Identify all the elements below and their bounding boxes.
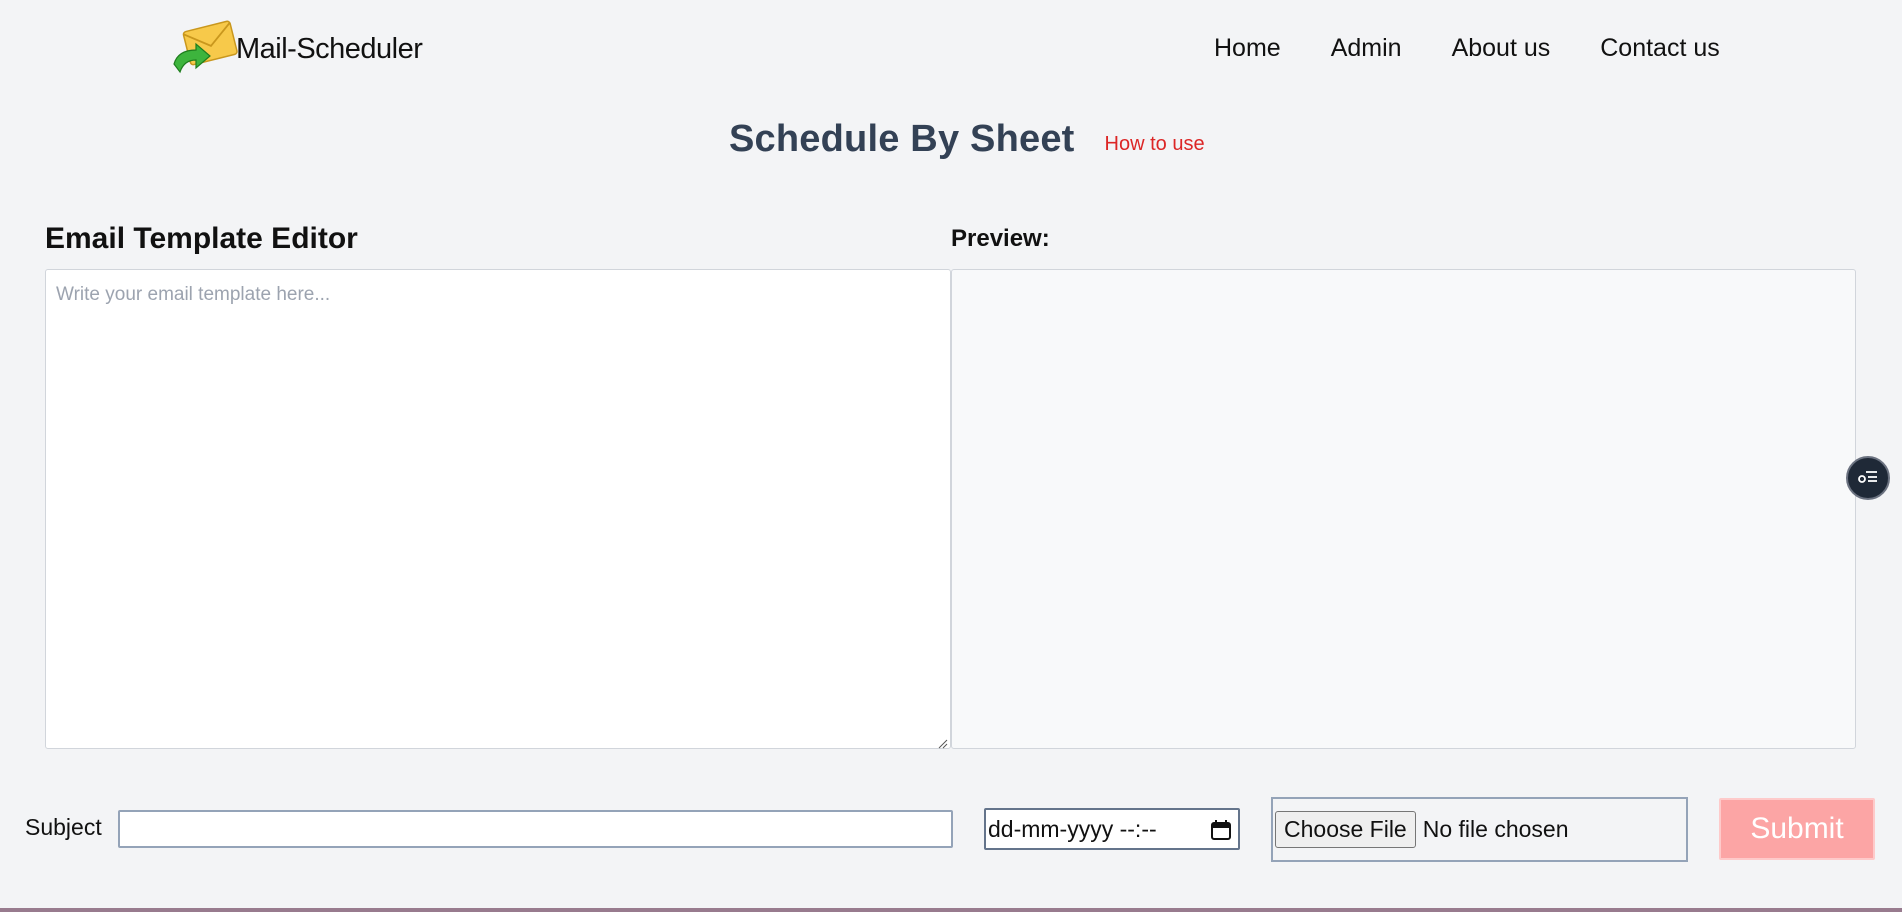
floating-menu-button[interactable] — [1846, 456, 1890, 500]
file-upload: Choose File No file chosen — [1271, 797, 1688, 862]
subject-input[interactable] — [118, 810, 953, 848]
choose-file-button[interactable]: Choose File — [1275, 811, 1416, 848]
datetime-input[interactable]: dd-mm-yyyy --:-- — [984, 808, 1240, 850]
envelope-logo-icon — [168, 20, 238, 78]
email-template-editor[interactable] — [45, 269, 951, 749]
nav-about-us[interactable]: About us — [1452, 34, 1551, 63]
editor-heading: Email Template Editor — [45, 222, 358, 255]
datetime-placeholder: dd-mm-yyyy --:-- — [988, 815, 1157, 842]
resize-grip-icon[interactable] — [938, 736, 948, 749]
page-title: Schedule By Sheet — [729, 118, 1075, 160]
site-header: Mail-Scheduler Home Admin About us Conta… — [0, 0, 1902, 100]
bottom-border — [0, 908, 1902, 912]
title-row: Schedule By Sheet How to use — [729, 118, 1205, 161]
nav-contact-us[interactable]: Contact us — [1600, 34, 1720, 63]
nav-home[interactable]: Home — [1214, 34, 1281, 63]
brand[interactable]: Mail-Scheduler — [168, 20, 423, 78]
preview-heading: Preview: — [951, 225, 1050, 252]
filter-list-icon — [1857, 467, 1879, 490]
main-nav: Home Admin About us Contact us — [1214, 34, 1720, 63]
preview-pane — [951, 269, 1856, 749]
how-to-use-link[interactable]: How to use — [1105, 133, 1205, 156]
brand-name: Mail-Scheduler — [236, 32, 423, 65]
subject-label: Subject — [25, 814, 102, 840]
calendar-icon[interactable] — [1210, 819, 1232, 846]
submit-button[interactable]: Submit — [1719, 798, 1875, 860]
nav-admin[interactable]: Admin — [1331, 34, 1402, 63]
file-status: No file chosen — [1422, 816, 1569, 842]
